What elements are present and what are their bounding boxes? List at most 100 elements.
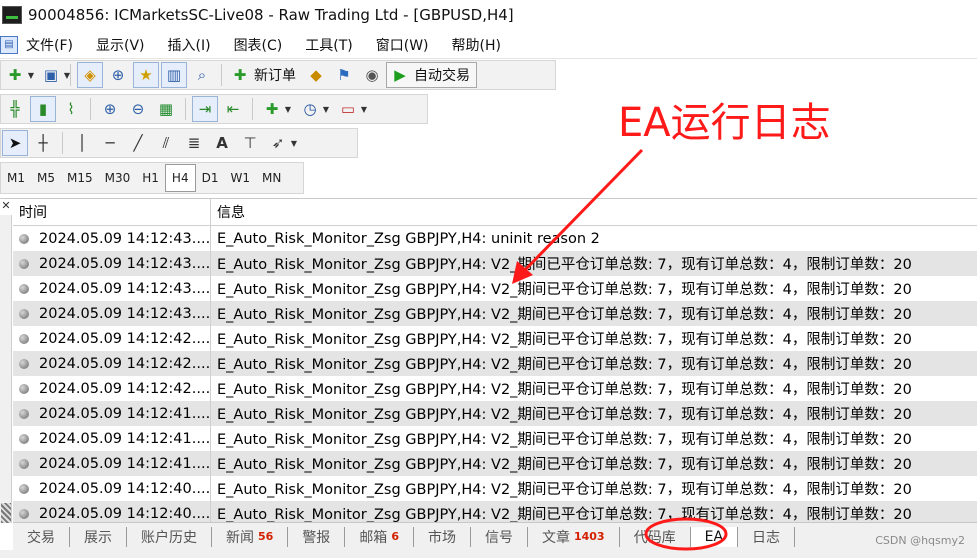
menu-window[interactable]: 窗口(W) [376, 35, 429, 55]
strategy-tester-icon[interactable]: ⌕ [189, 62, 215, 88]
fibonacci-icon[interactable]: ≣ [181, 130, 207, 156]
column-header-info[interactable]: 信息 [211, 199, 977, 225]
menu-view[interactable]: 显示(V) [96, 35, 145, 55]
tab-3[interactable]: 新闻 56 [212, 526, 289, 547]
table-row[interactable]: 2024.05.09 14:12:42.... E_Auto_Risk_Monit… [13, 351, 977, 376]
tab-label: 文章 [541, 529, 570, 546]
log-status-icon [19, 333, 29, 344]
log-message: E_Auto_Risk_Monitor_Zsg GBPJPY,H4: V2_期间… [217, 482, 912, 498]
signals-icon[interactable]: ◉ [359, 62, 385, 88]
menu-charts[interactable]: 图表(C) [234, 35, 283, 55]
candlestick-icon[interactable]: ▮ [30, 96, 56, 122]
timeframe-m15[interactable]: M15 [61, 164, 99, 192]
options-icon[interactable]: ⚑ [331, 62, 357, 88]
menu-help[interactable]: 帮助(H) [452, 35, 501, 55]
timeframe-h4[interactable]: H4 [164, 164, 196, 192]
market-watch-icon[interactable]: ◈ [77, 62, 103, 88]
text-icon[interactable]: A [209, 130, 235, 156]
table-row[interactable]: 2024.05.09 14:12:42.... E_Auto_Risk_Monit… [13, 376, 977, 401]
trendline-icon[interactable]: ╱ [125, 130, 151, 156]
periods-icon[interactable]: ◷ ▼ [297, 96, 329, 122]
table-row[interactable]: 2024.05.09 14:12:41.... E_Auto_Risk_Monit… [13, 401, 977, 426]
bar-chart-icon[interactable]: ╬ [2, 96, 28, 122]
new-order-label: 新订单 [254, 68, 296, 84]
arrows-icon[interactable]: ➶ ▼ [265, 130, 297, 156]
log-status-icon [19, 483, 29, 494]
log-time-cell: 2024.05.09 14:12:41.... [13, 451, 211, 476]
log-time-cell: 2024.05.09 14:12:43.... [13, 301, 211, 326]
chart-window-icon[interactable]: ▤ [0, 35, 18, 54]
table-row[interactable]: 2024.05.09 14:12:43.... E_Auto_Risk_Monit… [13, 251, 977, 276]
tab-7[interactable]: 信号 [471, 526, 528, 547]
close-icon[interactable]: ✕ [0, 199, 12, 215]
table-row[interactable]: 2024.05.09 14:12:42.... E_Auto_Risk_Monit… [13, 326, 977, 351]
log-time: 2024.05.09 14:12:41.... [39, 430, 211, 447]
vertical-line-icon[interactable]: │ [69, 130, 95, 156]
horizontal-line-icon[interactable]: ─ [97, 130, 123, 156]
log-message: E_Auto_Risk_Monitor_Zsg GBPJPY,H4: V2_期间… [217, 507, 912, 523]
table-row[interactable]: 2024.05.09 14:12:43.... E_Auto_Risk_Monit… [13, 301, 977, 326]
menu-insert[interactable]: 插入(I) [168, 35, 211, 55]
menu-file[interactable]: 文件(F) [26, 35, 73, 55]
annotation-text: EA运行日志 [618, 100, 831, 146]
tab-1[interactable]: 展示 [70, 526, 127, 547]
tab-8[interactable]: 文章 1403 [528, 526, 620, 547]
log-status-icon [19, 258, 29, 269]
new-order-button[interactable]: ✚ 新订单 [227, 62, 302, 88]
log-message: E_Auto_Risk_Monitor_Zsg GBPJPY,H4: V2_期间… [217, 307, 912, 323]
menu-tools[interactable]: 工具(T) [305, 35, 352, 55]
timeframe-m1[interactable]: M1 [1, 164, 31, 192]
cursor-icon[interactable]: ➤ [2, 130, 28, 156]
table-row[interactable]: 2024.05.09 14:12:41.... E_Auto_Risk_Monit… [13, 426, 977, 451]
tab-label: 信号 [484, 529, 513, 546]
tab-11[interactable]: 日志 [738, 526, 796, 547]
tab-5[interactable]: 邮箱 6 [345, 526, 414, 547]
table-row[interactable]: 2024.05.09 14:12:40.... E_Auto_Risk_Monit… [13, 476, 977, 501]
column-header-time[interactable]: 时间 [13, 199, 211, 225]
table-row[interactable]: 2024.05.09 14:12:41.... E_Auto_Risk_Monit… [13, 451, 977, 476]
timeframe-m5[interactable]: M5 [31, 164, 61, 192]
log-time: 2024.05.09 14:12:41.... [39, 455, 211, 472]
templates-icon[interactable]: ▭ ▼ [335, 96, 367, 122]
equidistant-channel-icon[interactable]: ⫽ [153, 130, 179, 156]
metaeditor-icon[interactable]: ◆ [303, 62, 329, 88]
tab-4[interactable]: 警报 [288, 526, 346, 547]
log-time: 2024.05.09 14:12:42.... [39, 330, 211, 347]
auto-trading-button[interactable]: ▶ 自动交易 [386, 62, 477, 88]
tab-10[interactable]: EA [690, 526, 739, 547]
log-time-cell: 2024.05.09 14:12:40.... [13, 476, 211, 501]
timeframe-m30[interactable]: M30 [99, 164, 137, 192]
timeframe-d1[interactable]: D1 [196, 164, 225, 192]
profiles-icon[interactable]: ▣ ▼ [38, 62, 70, 88]
timeframe-h1[interactable]: H1 [136, 164, 165, 192]
tile-windows-icon[interactable]: ▦ [153, 96, 179, 122]
tab-2[interactable]: 账户历史 [127, 526, 212, 547]
text-label-icon[interactable]: ⊤ [237, 130, 263, 156]
crosshair-icon[interactable]: ┼ [30, 130, 56, 156]
new-chart-icon[interactable]: ✚ ▼ [2, 62, 34, 88]
log-time-cell: 2024.05.09 14:12:43.... [13, 226, 211, 251]
chart-shift-icon[interactable]: ⇤ [220, 96, 246, 122]
log-message: E_Auto_Risk_Monitor_Zsg GBPJPY,H4: V2_期间… [217, 257, 912, 273]
auto-scroll-icon[interactable]: ⇥ [192, 96, 218, 122]
log-message: E_Auto_Risk_Monitor_Zsg GBPJPY,H4: V2_期间… [217, 407, 912, 423]
navigator-icon[interactable]: ★ [133, 62, 159, 88]
table-row[interactable]: 2024.05.09 14:12:43.... E_Auto_Risk_Monit… [13, 276, 977, 301]
tab-9[interactable]: 代码库 [620, 526, 691, 547]
zoom-in-icon[interactable]: ⊕ [97, 96, 123, 122]
terminal-grip-icon[interactable] [1, 503, 11, 523]
table-row[interactable]: 2024.05.09 14:12:43.... E_Auto_Risk_Monit… [13, 226, 977, 251]
tab-label: 新闻 [226, 529, 254, 546]
timeframe-mn[interactable]: MN [256, 164, 287, 192]
tab-0[interactable]: 交易 [13, 526, 70, 547]
line-chart-icon[interactable]: ⌇ [58, 96, 84, 122]
tab-6[interactable]: 市场 [414, 526, 471, 547]
terminal-icon[interactable]: ▥ [161, 62, 187, 88]
data-window-icon[interactable]: ⊕ [105, 62, 131, 88]
toolbar-separator [221, 64, 222, 86]
zoom-out-icon[interactable]: ⊖ [125, 96, 151, 122]
timeframe-w1[interactable]: W1 [224, 164, 256, 192]
indicators-icon[interactable]: ✚ ▼ [259, 96, 291, 122]
toolbar-separator [70, 64, 71, 86]
log-time: 2024.05.09 14:12:43.... [39, 255, 211, 272]
